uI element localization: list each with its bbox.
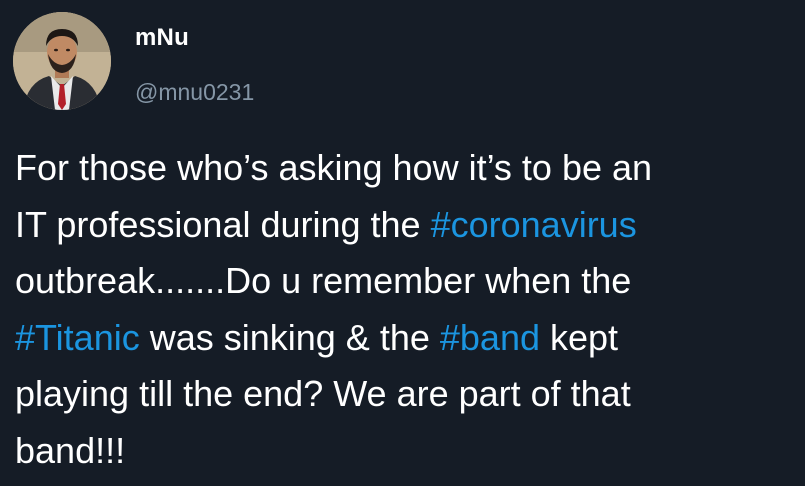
tweet-text-line: playing till the end? We are part of tha… — [15, 366, 795, 423]
tweet-text-segment: band!!! — [15, 429, 126, 471]
tweet-text-line: outbreak.......Do u remember when the — [15, 253, 795, 310]
tweet-text-line: IT professional during the #coronavirus — [15, 197, 795, 254]
display-name[interactable]: mNu — [135, 24, 189, 52]
tweet-text-segment: kept — [539, 316, 619, 358]
hashtag-link[interactable]: #Titanic — [15, 317, 140, 358]
tweet-text-segment: IT professional during the — [15, 203, 431, 245]
hashtag-link[interactable]: #coronavirus — [431, 204, 637, 245]
tweet-text-segment: For those who’s asking how it’s to be an — [15, 147, 653, 188]
tweet-text-line: band!!! — [15, 423, 795, 480]
tweet-card: mNu @mnu0231 For those who’s asking how … — [0, 0, 805, 486]
avatar[interactable] — [13, 12, 111, 110]
tweet-text-segment: outbreak.......Do u remember when the — [15, 260, 632, 301]
profile-photo-icon — [13, 12, 111, 110]
tweet-text-segment: was sinking & the — [139, 316, 440, 358]
tweet-text-line: For those who’s asking how it’s to be an — [15, 140, 795, 197]
tweet-text-line: #Titanic was sinking & the #band kept — [15, 310, 795, 367]
user-handle[interactable]: @mnu0231 — [135, 79, 254, 106]
hashtag-link[interactable]: #band — [440, 317, 540, 358]
tweet-text: For those who’s asking how it’s to be an… — [15, 140, 795, 479]
tweet-text-segment: playing till the end? We are part of tha… — [15, 373, 631, 414]
